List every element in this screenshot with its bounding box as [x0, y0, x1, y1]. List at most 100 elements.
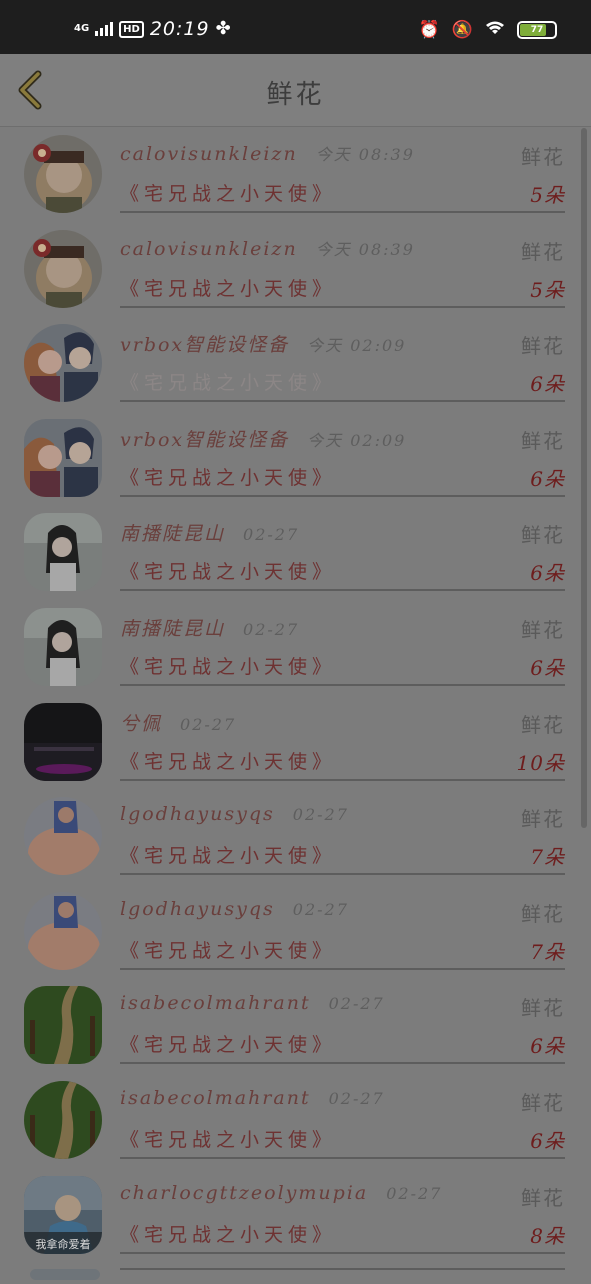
list-item[interactable]: vrbox智能设怪备 今天 02:09 鲜花 《宅兄战之小天使》 6朵 [0, 316, 591, 411]
book-title[interactable]: 《宅兄战之小天使》 [120, 557, 336, 584]
avatar[interactable] [24, 418, 102, 497]
gift-type: 鲜花 [521, 712, 565, 737]
list-item[interactable]: 南播陡昆山 02-27 鲜花《宅兄战之小天使》 6朵 [0, 600, 591, 695]
book-title[interactable]: 《宅兄战之小天使》 [120, 463, 336, 490]
divider [120, 494, 565, 497]
timestamp: 02-27 [386, 1183, 443, 1203]
username-text[interactable]: calovisunkleizn [120, 238, 298, 260]
divider [120, 873, 565, 876]
timestamp: 今天 08:39 [315, 145, 415, 164]
username-text[interactable]: 兮佩 [120, 713, 162, 735]
username-text[interactable]: isabecolmahrant [120, 992, 311, 1014]
username-text[interactable]: lgodhayusyqs [120, 803, 275, 825]
mute-icon: 🔕 [451, 20, 473, 40]
alarm-icon: ⏰ [418, 20, 440, 40]
timestamp: 今天 02:09 [307, 336, 407, 356]
list-item[interactable]: 我拿命爱着 charlocgttzeolymupia 02-27 鲜花 《宅兄战之小天使… [0, 1168, 591, 1263]
timestamp: 02-27 [180, 714, 237, 734]
book-title[interactable]: 《宅兄战之小天使》 [120, 841, 336, 868]
divider [120, 1156, 565, 1159]
gift-list: calovisunkleizn 今天 08:39 鲜花 《宅兄战之小天使》 5朵 calo… [0, 127, 591, 1262]
timestamp: 02-27 [243, 619, 300, 639]
list-item[interactable]: isabecolmahrant 02-27 鲜花 《宅兄战之小天使》 6朵 [0, 978, 591, 1073]
list-item[interactable]: isabecolmahrant 02-27 鲜花《宅兄战之小天使》 6朵 [0, 1073, 591, 1168]
gift-type: 鲜花 [521, 428, 565, 453]
list-item[interactable]: 南播陡昆山 02-27 鲜花 《宅兄战之小天使》 6朵 [0, 505, 591, 600]
book-title[interactable]: 《宅兄战之小天使》 [120, 1125, 336, 1152]
divider [120, 1251, 565, 1254]
gift-count: 6朵 [530, 372, 565, 397]
list-item[interactable]: calovisunkleizn 今天 08:39 鲜花 《宅兄战之小天使》 5朵 [0, 222, 591, 317]
list-item[interactable]: 兮佩 02-27 鲜花 《宅兄战之小天使》 10朵 [0, 695, 591, 790]
book-title[interactable]: 《宅兄战之小天使》 [120, 747, 336, 774]
timestamp: 今天 08:39 [315, 239, 415, 259]
book-title[interactable]: 《宅兄战之小天使》 [120, 1030, 336, 1057]
book-title[interactable]: 《宅兄战之小天使》 [120, 936, 336, 963]
username-text[interactable]: isabecolmahrant [120, 1087, 311, 1109]
timestamp: 02-27 [243, 525, 300, 545]
gift-count: 6朵 [530, 655, 565, 680]
timestamp: 02-27 [292, 805, 349, 825]
book-title[interactable]: 《宅兄战之小天使》 [120, 368, 336, 395]
username-text[interactable]: vrbox智能设怪备 [120, 429, 289, 451]
book-title[interactable]: 《宅兄战之小天使》 [120, 1220, 336, 1247]
timestamp: 02-27 [292, 899, 349, 919]
list-item-partial [0, 1263, 591, 1280]
book-title[interactable]: 《宅兄战之小天使》 [120, 179, 336, 206]
username[interactable]: isabecolmahrant 02-27 [120, 992, 385, 1014]
username-text[interactable]: vrbox智能设怪备 [120, 334, 289, 356]
divider [120, 400, 565, 403]
list-item[interactable]: lgodhayusyqs 02-27 鲜花《宅兄战之小天使》 7朵 [0, 884, 591, 979]
list-item[interactable]: vrbox智能设怪备 今天 02:09 鲜花《宅兄战之小天使》 6朵 [0, 411, 591, 506]
list-item[interactable]: lgodhayusyqs 02-27 鲜花 《宅兄战之小天使》 7朵 [0, 789, 591, 884]
avatar[interactable] [24, 797, 102, 876]
gift-count: 7朵 [530, 939, 565, 964]
gift-type: 鲜花 [521, 1090, 565, 1115]
username-text[interactable]: calovisunkleizn [120, 143, 298, 165]
username[interactable]: 南播陡昆山 02-27 [120, 519, 299, 546]
username[interactable]: charlocgttzeolymupia 02-27 [120, 1182, 442, 1204]
timestamp: 02-27 [328, 1088, 385, 1108]
username-text[interactable]: lgodhayusyqs [120, 898, 275, 920]
gift-type: 鲜花 [521, 617, 565, 642]
username[interactable]: 南播陡昆山 02-27 [120, 614, 299, 641]
avatar[interactable] [24, 324, 102, 403]
username-text[interactable]: charlocgttzeolymupia [120, 1182, 368, 1204]
avatar[interactable] [24, 135, 102, 213]
book-title[interactable]: 《宅兄战之小天使》 [120, 274, 336, 301]
username[interactable]: lgodhayusyqs 02-27 [120, 898, 349, 920]
username[interactable]: 兮佩 02-27 [120, 709, 236, 736]
username[interactable]: isabecolmahrant 02-27 [120, 1087, 385, 1109]
username-text[interactable]: 南播陡昆山 [120, 523, 225, 545]
avatar[interactable] [24, 891, 102, 970]
gift-type: 鲜花 [521, 901, 565, 926]
avatar[interactable] [24, 1080, 102, 1159]
header-bar: 鲜花 [0, 54, 591, 127]
divider [120, 589, 565, 592]
avatar[interactable] [24, 229, 102, 308]
network-label: 4G [74, 23, 90, 34]
gift-count: 8朵 [530, 1223, 565, 1248]
book-title[interactable]: 《宅兄战之小天使》 [120, 652, 336, 679]
username[interactable]: calovisunkleizn 今天 08:39 [120, 236, 415, 260]
avatar[interactable] [24, 702, 102, 781]
gift-count: 6朵 [530, 1128, 565, 1153]
gift-count: 6朵 [530, 466, 565, 491]
gift-count: 6朵 [530, 561, 565, 586]
username-text[interactable]: 南播陡昆山 [120, 618, 225, 640]
avatar[interactable] [24, 513, 102, 592]
avatar[interactable] [24, 986, 102, 1065]
list-item[interactable]: calovisunkleizn 今天 08:39 鲜花 《宅兄战之小天使》 5朵 [0, 127, 591, 222]
username[interactable]: vrbox智能设怪备 今天 02:09 [120, 425, 406, 452]
timestamp: 今天 02:09 [307, 430, 407, 450]
username[interactable]: vrbox智能设怪备 今天 02:09 [120, 330, 406, 357]
scrollbar[interactable] [581, 128, 587, 828]
gift-type: 鲜花 [521, 239, 565, 264]
avatar[interactable]: 我拿命爱着 [24, 1175, 102, 1254]
gift-type: 鲜花 [521, 807, 565, 832]
avatar[interactable] [24, 607, 102, 686]
username[interactable]: lgodhayusyqs 02-27 [120, 803, 349, 825]
divider [120, 305, 565, 308]
status-bar: 4G HD 20:19 ✤ ⏰ 🔕 77 [0, 0, 591, 54]
username[interactable]: calovisunkleizn 今天 08:39 [120, 141, 415, 165]
